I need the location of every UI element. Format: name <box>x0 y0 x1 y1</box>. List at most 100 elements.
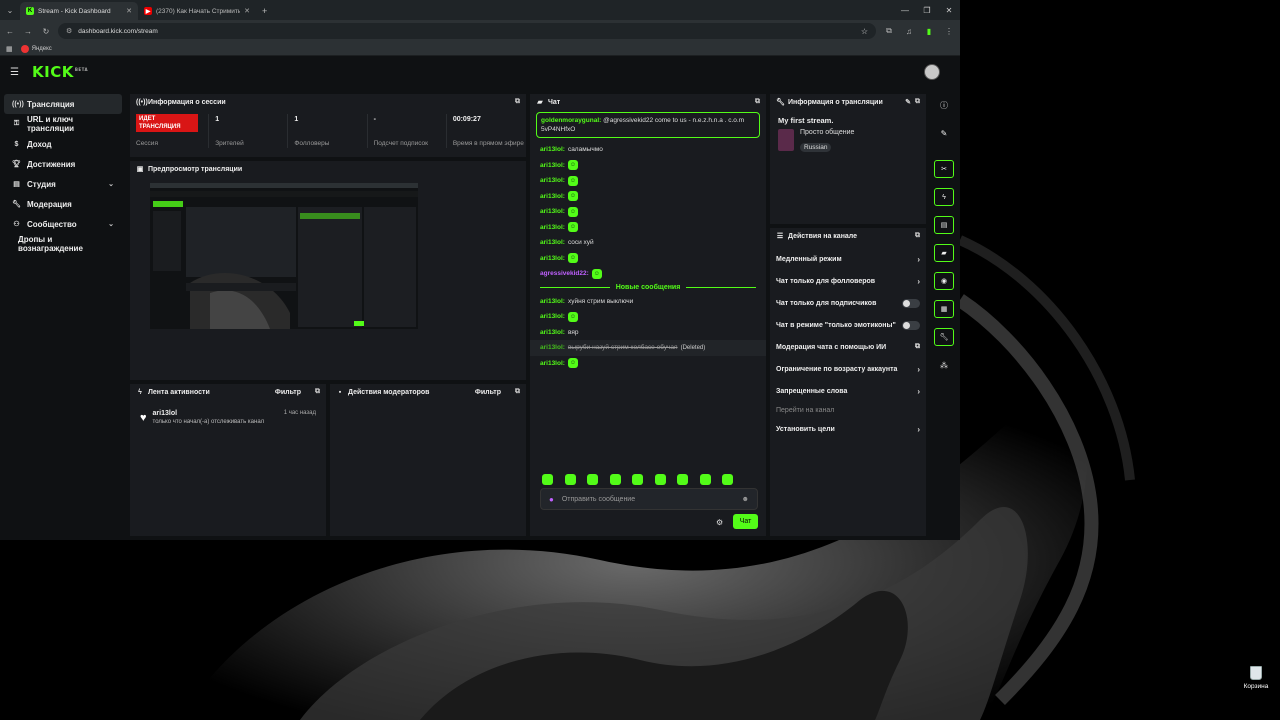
emote-icon: ☺ <box>567 191 578 202</box>
close-tab-icon[interactable]: ✕ <box>126 7 132 15</box>
category-name[interactable]: Просто общение <box>800 129 854 136</box>
hamburger-menu-icon[interactable]: ☰ <box>10 67 26 78</box>
forward-icon[interactable]: → <box>22 27 34 36</box>
bookmark-star-icon[interactable]: ☆ <box>861 27 868 36</box>
stream-preview-video[interactable] <box>150 183 418 329</box>
media-icon[interactable]: ♫ <box>902 27 916 36</box>
channel-action-item[interactable]: Установить цели › <box>770 418 926 440</box>
chat-settings-icon[interactable]: ⚙ <box>716 518 723 527</box>
channel-action-item[interactable]: Медленный режим › <box>770 248 926 270</box>
profile-icon[interactable]: ▮ <box>922 27 936 36</box>
stat-label: Сессия <box>136 140 158 147</box>
chat-icon[interactable]: ▰ <box>934 244 954 262</box>
edit-icon[interactable]: ✎ <box>905 98 911 106</box>
wrench-icon[interactable]: 🔧︎ <box>934 328 954 346</box>
chat-username[interactable]: ari13lol: <box>540 162 565 169</box>
maximize-icon[interactable]: ❐ <box>916 0 938 20</box>
channel-action-item[interactable]: Ограничение по возрасту аккаунта › <box>770 358 926 380</box>
lightning-icon[interactable]: ϟ <box>934 188 954 206</box>
toggle-switch[interactable] <box>902 320 920 330</box>
popout-icon[interactable]: ⧉ <box>755 98 760 106</box>
close-window-icon[interactable]: ✕ <box>938 0 960 20</box>
url-field[interactable]: ⚙ dashboard.kick.com/stream ☆ <box>58 23 876 39</box>
chat-username[interactable]: ari13lol: <box>540 313 565 320</box>
emote-icon[interactable] <box>699 474 711 485</box>
broadcast-icon[interactable]: ◉ <box>934 272 954 290</box>
sidebar-item-broadcast[interactable]: ((•)) Трансляция <box>4 94 122 114</box>
chat-username[interactable]: ari13lol: <box>540 329 565 336</box>
emote-icon[interactable] <box>542 474 553 485</box>
emote-icon[interactable] <box>677 474 688 485</box>
chat-username[interactable]: ari13lol: <box>540 193 565 200</box>
chat-message: ari13lol: соси хуй <box>530 235 766 251</box>
filter-button[interactable]: Фильтр <box>275 389 301 396</box>
chat-username[interactable]: ari13lol: <box>540 177 565 184</box>
popout-icon[interactable]: ⧉ <box>915 232 920 240</box>
emote-icon[interactable] <box>564 474 576 485</box>
sidebar-item-community[interactable]: ⚇ Сообщество ⌄ <box>4 214 122 234</box>
channel-action-item[interactable]: Запрещенные слова › <box>770 380 926 402</box>
new-tab-icon[interactable]: + <box>256 2 273 20</box>
sidebar-item-stream-key[interactable]: ⚿ URL и ключ трансляции <box>4 114 122 134</box>
sidebar-item-moderation[interactable]: 🔧︎ Модерация <box>4 194 122 214</box>
recycle-bin[interactable]: Корзина <box>1240 666 1272 690</box>
clip-icon[interactable]: ✂ <box>934 160 954 178</box>
emote-icon[interactable] <box>722 474 733 485</box>
emoji-picker-icon[interactable]: ☻ <box>742 496 749 503</box>
popout-icon[interactable]: ⧉ <box>915 98 920 106</box>
channel-action-item[interactable]: Перейти на канал <box>770 402 926 418</box>
sidebar-item-achievements[interactable]: 🏆︎ Достижения <box>4 154 122 174</box>
close-tab-icon[interactable]: ✕ <box>244 7 250 15</box>
popout-icon[interactable]: ⧉ <box>315 388 320 396</box>
toggle-switch[interactable] <box>902 298 920 308</box>
reload-icon[interactable]: ↻ <box>40 27 52 36</box>
edit-icon[interactable]: ✎ <box>934 124 954 142</box>
popout-icon[interactable]: ⧉ <box>515 388 520 396</box>
emote-icon[interactable] <box>587 474 598 485</box>
bookmark-yandex[interactable]: Яндекс <box>20 44 52 53</box>
menu-icon[interactable]: ⋮ <box>942 27 956 36</box>
kick-logo[interactable]: KICKBETA <box>32 63 88 81</box>
channel-action-item[interactable]: Чат только для подписчиков <box>770 292 926 314</box>
activity-user[interactable]: ari13lol <box>153 410 265 417</box>
chat-username[interactable]: goldenmoraygunal: <box>541 117 601 124</box>
stat-label: Зрителей <box>215 140 244 147</box>
sidebar-item-drops[interactable]: Дропы и вознаграждение <box>4 234 122 254</box>
channel-action-item[interactable]: Чат в режиме "только эмотиконы" <box>770 314 926 336</box>
emote-icon[interactable] <box>609 474 621 485</box>
document-icon[interactable]: ▤ <box>934 216 954 234</box>
send-chat-button[interactable]: Чат <box>733 514 758 529</box>
chat-username[interactable]: ari13lol: <box>540 146 565 153</box>
sidebar-item-studio[interactable]: ▤ Студия ⌄ <box>4 174 122 194</box>
emote-icon[interactable] <box>654 474 666 485</box>
site-info-icon[interactable]: ⚙ <box>66 27 72 35</box>
more-icon[interactable]: ⁂ <box>934 356 954 374</box>
chat-username[interactable]: ari13lol: <box>540 239 565 246</box>
emote-icon[interactable] <box>632 474 643 485</box>
chat-username[interactable]: ari13lol: <box>540 344 565 351</box>
key-icon: ⚿ <box>13 120 20 127</box>
chat-input[interactable]: ● Отправить сообщение ☻ <box>540 488 758 510</box>
browser-tab-youtube[interactable]: ▶ (2370) Как Начать Стримить н ✕ <box>138 2 256 20</box>
chat-username[interactable]: ari13lol: <box>540 208 565 215</box>
browser-tab-kick[interactable]: K Stream - Kick Dashboard ✕ <box>20 2 138 20</box>
panel-title: Информация о трансляции <box>788 98 883 106</box>
tab-search-icon[interactable]: ⌄ <box>0 0 20 20</box>
apps-icon[interactable]: ▦ <box>6 45 13 53</box>
chat-username[interactable]: ari13lol: <box>540 255 565 262</box>
channel-action-item[interactable]: Чат только для фолловеров › <box>770 270 926 292</box>
extensions-icon[interactable]: ⧉ <box>882 26 896 36</box>
chat-username[interactable]: ari13lol: <box>540 224 565 231</box>
chat-username[interactable]: ari13lol: <box>540 360 565 367</box>
popout-icon[interactable]: ⧉ <box>515 98 520 106</box>
chat-username[interactable]: agressivekid22: <box>540 270 589 277</box>
filter-button[interactable]: Фильтр <box>475 389 501 396</box>
info-icon[interactable]: ⓘ <box>934 96 954 114</box>
back-icon[interactable]: ← <box>4 27 16 36</box>
sidebar-item-income[interactable]: $ Доход <box>4 134 122 154</box>
channel-action-item[interactable]: Модерация чата с помощью ИИ ⧉ <box>770 336 926 358</box>
chat-username[interactable]: ari13lol: <box>540 298 565 305</box>
minimize-icon[interactable]: — <box>894 0 916 20</box>
user-avatar[interactable] <box>924 64 940 80</box>
calendar-icon[interactable]: ▦ <box>934 300 954 318</box>
